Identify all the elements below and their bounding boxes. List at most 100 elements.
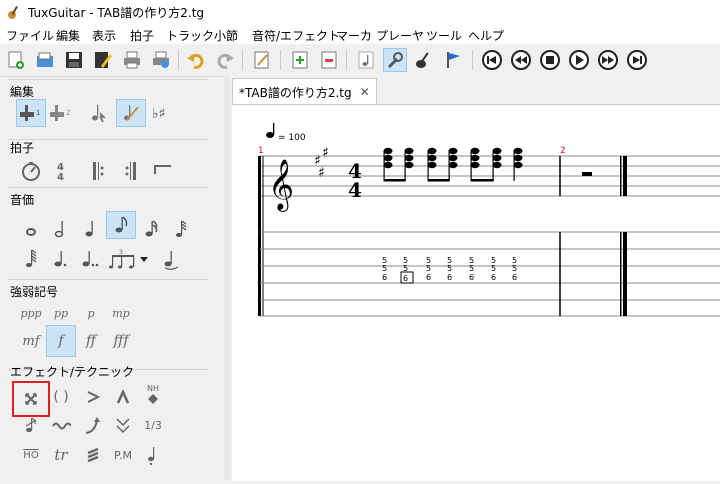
note-head[interactable] xyxy=(404,161,414,169)
note-head[interactable] xyxy=(513,147,523,155)
dynamic-fff[interactable]: fff xyxy=(106,327,136,355)
half-note-icon[interactable] xyxy=(46,215,76,243)
note-head[interactable] xyxy=(427,161,437,169)
note-icon[interactable] xyxy=(354,48,378,72)
note-head[interactable] xyxy=(383,154,393,162)
voice-1-icon[interactable]: 1 xyxy=(16,99,46,127)
note-head[interactable] xyxy=(448,161,458,169)
edit-tool-icon[interactable] xyxy=(116,99,146,127)
tab-fret-number[interactable]: 5 xyxy=(447,264,452,273)
ghost-note-icon[interactable]: ( ) xyxy=(46,383,76,411)
undo-icon[interactable] xyxy=(184,48,208,72)
vibrato-icon[interactable] xyxy=(46,411,76,439)
note-head[interactable] xyxy=(492,154,502,162)
bend-icon[interactable] xyxy=(78,411,108,439)
remove-track-icon[interactable] xyxy=(317,48,341,72)
note-head[interactable] xyxy=(470,147,480,155)
tab-fret-number[interactable]: 6 xyxy=(491,273,496,282)
note-head[interactable] xyxy=(404,147,414,155)
dynamic-f[interactable]: f xyxy=(46,325,76,357)
thirty-second-note-icon[interactable] xyxy=(166,215,196,243)
tuplet-icon[interactable]: 3 xyxy=(108,245,138,273)
tab-fret-number[interactable]: 6 xyxy=(469,273,474,282)
palm-mute-icon[interactable]: P.M xyxy=(108,441,138,469)
flag-icon[interactable] xyxy=(441,48,465,72)
print-preview-icon[interactable] xyxy=(149,48,173,72)
dynamic-p[interactable]: p xyxy=(76,299,106,327)
note-head[interactable] xyxy=(448,154,458,162)
repeat-close-icon[interactable] xyxy=(116,157,146,185)
note-head[interactable] xyxy=(492,161,502,169)
note-head[interactable] xyxy=(513,161,523,169)
menu-tools[interactable]: ツール xyxy=(426,27,462,44)
tab-document[interactable]: *TAB譜の作り方2.tg ✕ xyxy=(232,78,377,105)
eighth-note-icon[interactable] xyxy=(106,211,136,239)
heavy-accent-icon[interactable] xyxy=(108,383,138,411)
open-icon[interactable] xyxy=(33,48,57,72)
note-head[interactable] xyxy=(404,154,414,162)
new-file-icon[interactable] xyxy=(4,48,28,72)
sixteenth-note-icon[interactable] xyxy=(136,215,166,243)
stop-icon[interactable] xyxy=(538,48,562,72)
tab-fret-number[interactable]: 5 xyxy=(512,264,517,273)
menu-measure[interactable]: 小節 xyxy=(214,27,238,44)
accidental-icon[interactable]: ♭♯ xyxy=(148,99,178,127)
note-head[interactable] xyxy=(470,161,480,169)
tab-fret-number[interactable]: 6 xyxy=(447,273,452,282)
menu-player[interactable]: プレーヤ xyxy=(376,27,424,44)
dynamic-pp[interactable]: pp xyxy=(46,299,76,327)
tab-fret-number[interactable]: 5 xyxy=(426,264,431,273)
menu-marker[interactable]: マーカ xyxy=(336,27,372,44)
first-icon[interactable] xyxy=(480,48,504,72)
rewind-icon[interactable] xyxy=(509,48,533,72)
save-icon[interactable] xyxy=(62,48,86,72)
chevron-down-icon[interactable] xyxy=(136,245,152,273)
dotted-note-icon[interactable] xyxy=(46,245,76,273)
dynamic-ff[interactable]: ff xyxy=(76,327,106,355)
dynamic-ppp[interactable]: ppp xyxy=(16,299,46,327)
select-tool-icon[interactable] xyxy=(84,99,114,127)
menu-time-signature[interactable]: 拍子 xyxy=(130,27,154,44)
repeat-open-icon[interactable] xyxy=(84,157,114,185)
menu-edit[interactable]: 編集 xyxy=(56,27,80,44)
menu-file[interactable]: ファイル xyxy=(6,27,54,44)
tab-fret-number[interactable]: 6 xyxy=(382,273,387,282)
tab-fret-number[interactable]: 5 xyxy=(382,264,387,273)
add-track-icon[interactable] xyxy=(288,48,312,72)
whole-note-icon[interactable] xyxy=(16,215,46,243)
tie-note-icon[interactable] xyxy=(156,245,186,273)
menu-track[interactable]: トラック xyxy=(166,27,214,44)
print-icon[interactable] xyxy=(120,48,144,72)
note-head[interactable] xyxy=(513,154,523,162)
time-signature-icon[interactable]: 44 xyxy=(46,157,76,185)
trill-icon[interactable]: tr xyxy=(46,441,76,469)
note-head[interactable] xyxy=(492,147,502,155)
note-head[interactable] xyxy=(427,147,437,155)
staccato-icon[interactable] xyxy=(138,441,168,469)
accent-icon[interactable] xyxy=(78,383,108,411)
note-head[interactable] xyxy=(470,154,480,162)
menu-help[interactable]: ヘルプ xyxy=(468,27,504,44)
metronome-icon[interactable] xyxy=(16,157,46,185)
tremolo-picking-icon[interactable] xyxy=(78,441,108,469)
play-icon[interactable] xyxy=(567,48,591,72)
settings-icon[interactable] xyxy=(383,48,407,72)
note-head[interactable] xyxy=(427,154,437,162)
tremolo-bar-icon[interactable] xyxy=(108,411,138,439)
guitar-settings-icon[interactable] xyxy=(412,48,436,72)
tab-fret-number[interactable]: 6 xyxy=(512,273,517,282)
fast-forward-icon[interactable] xyxy=(596,48,620,72)
tuplet-division-icon[interactable]: 1/3 xyxy=(138,411,168,439)
grace-note-icon[interactable] xyxy=(16,411,46,439)
quarter-note-icon[interactable] xyxy=(76,215,106,243)
hammer-on-icon[interactable]: HO xyxy=(16,441,46,469)
alternate-ending-icon[interactable] xyxy=(148,157,178,185)
properties-icon[interactable] xyxy=(91,48,115,72)
menu-note-effect[interactable]: 音符/エフェクト xyxy=(252,27,340,44)
tab-fret-number[interactable]: 5 xyxy=(491,264,496,273)
note-head[interactable] xyxy=(448,147,458,155)
dynamic-mf[interactable]: mf xyxy=(16,327,46,355)
last-icon[interactable] xyxy=(625,48,649,72)
redo-icon[interactable] xyxy=(213,48,237,72)
close-icon[interactable]: ✕ xyxy=(360,85,370,99)
